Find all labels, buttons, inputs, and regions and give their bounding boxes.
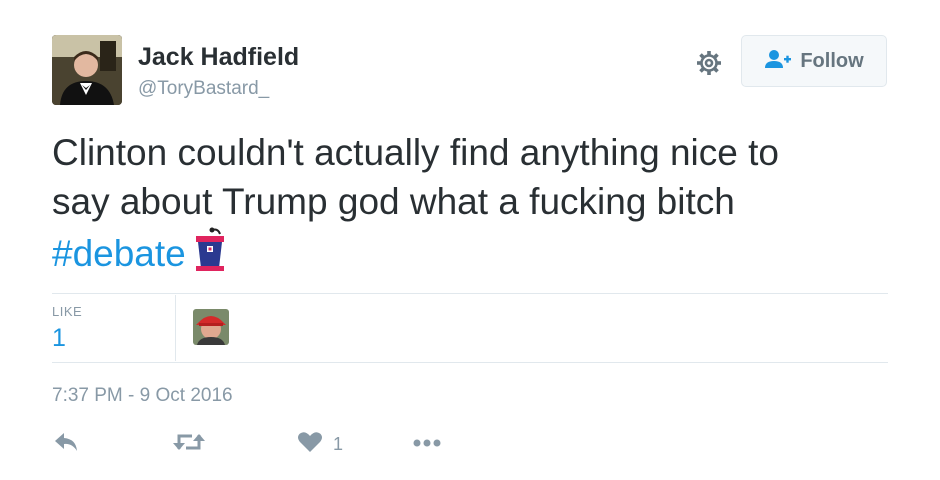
likes-label: LIKE [52,304,83,319]
author-avatar[interactable] [52,35,122,105]
liker-avatar[interactable] [193,309,229,345]
reply-button[interactable] [52,430,80,458]
tweet-text-line: Clinton couldn't actually find anything … [52,132,779,173]
reply-icon [52,431,80,458]
hashtag-link[interactable]: #debate [52,233,186,274]
gear-icon[interactable] [694,48,724,78]
tweet-hashtag-line: #debate [52,226,892,284]
more-icon [412,435,442,453]
tweet-card: Jack Hadfield @ToryBastard_ Follow Clint… [0,0,940,480]
add-user-icon [764,49,792,74]
retweet-button[interactable] [172,430,206,458]
retweet-icon [172,431,206,458]
author-name[interactable]: Jack Hadfield [138,43,299,72]
divider [52,293,888,294]
follow-button[interactable]: Follow [741,35,887,87]
tweet-text: Clinton couldn't actually find anything … [52,128,892,284]
more-button[interactable] [412,430,442,458]
podium-icon [192,226,228,284]
follow-label: Follow [800,49,864,72]
divider [52,362,888,363]
likes-count[interactable]: 1 [52,324,66,353]
tweet-text-line: say about Trump god what a fucking bitch [52,181,735,222]
like-button[interactable]: 1 [297,430,343,458]
author-handle[interactable]: @ToryBastard_ [138,78,269,100]
timestamp[interactable]: 7:37 PM - 9 Oct 2016 [52,385,233,407]
heart-icon [297,431,323,458]
like-action-count: 1 [333,433,344,454]
stats-divider [175,295,176,361]
